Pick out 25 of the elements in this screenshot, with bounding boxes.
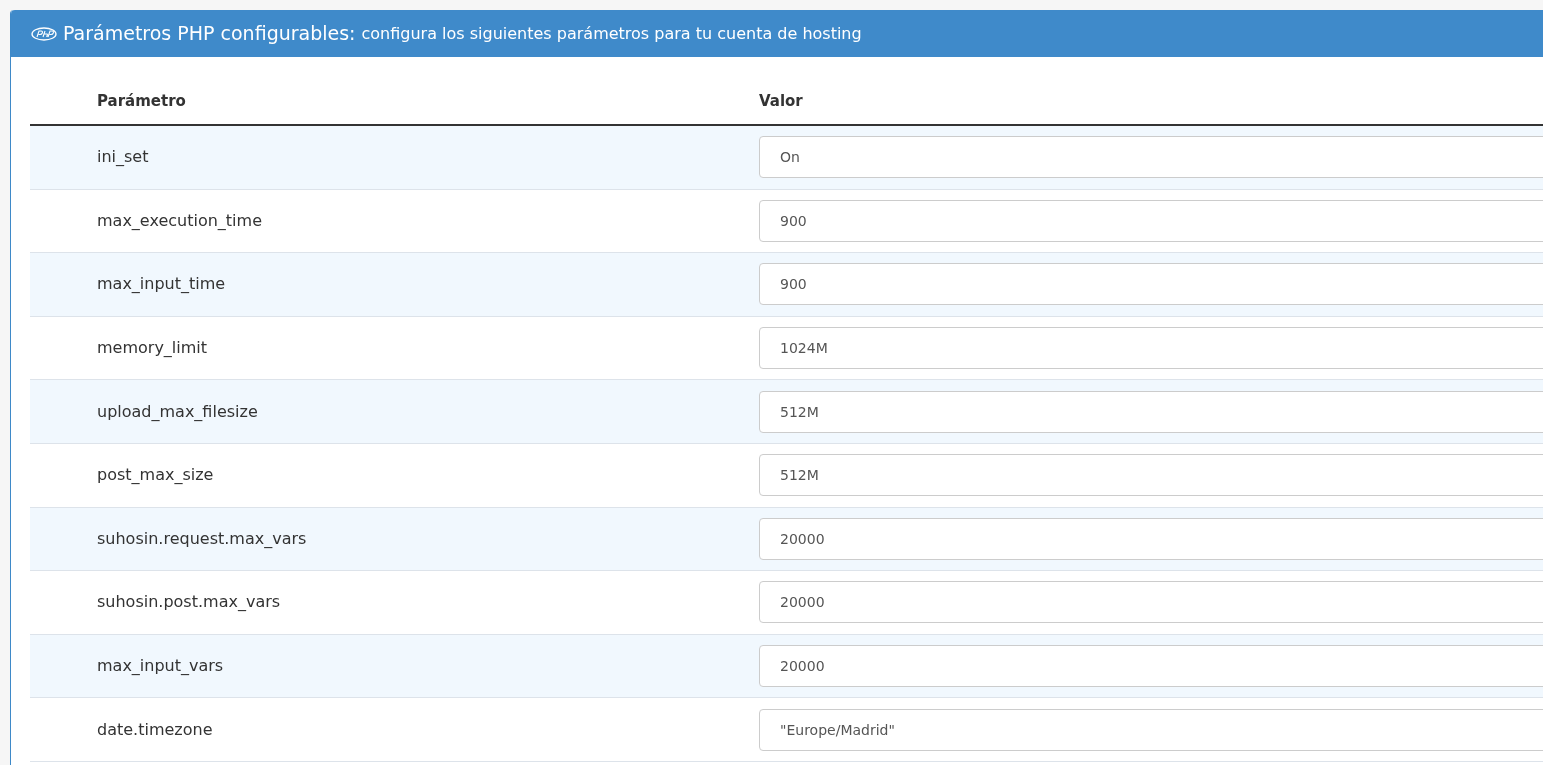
parameter-name: date.timezone bbox=[96, 718, 214, 741]
value-input[interactable]: 20000 bbox=[759, 645, 1543, 688]
value-input[interactable]: 900 bbox=[759, 199, 1543, 242]
value-input[interactable]: On bbox=[759, 136, 1543, 179]
column-header: Valor bbox=[759, 90, 803, 112]
parameter-name: max_execution_time bbox=[96, 209, 263, 232]
parameter-name: memory_limit bbox=[96, 337, 209, 360]
php-logo-icon bbox=[31, 26, 57, 41]
panel-subtitle: configura los siguientes parámetros para tu cuenta de hosting bbox=[361, 22, 862, 45]
parameter-name: suhosin.post.max_vars bbox=[96, 591, 282, 614]
parameter-name: max_input_vars bbox=[96, 655, 225, 678]
parameter-name: suhosin.request.max_vars bbox=[96, 527, 308, 550]
value-input[interactable]: 20000 bbox=[759, 517, 1543, 560]
parameter-name: upload_max_filesize bbox=[96, 400, 259, 423]
value-input[interactable]: 900 bbox=[759, 263, 1543, 306]
value-input[interactable]: "Europe/Madrid" bbox=[759, 708, 1543, 751]
value-input[interactable]: 20000 bbox=[759, 581, 1543, 624]
value-input[interactable]: 512M bbox=[759, 454, 1543, 497]
panel-title: Parámetros PHP configurables: bbox=[63, 21, 356, 47]
parameter-name: post_max_size bbox=[96, 464, 215, 487]
parameter-name: ini_set bbox=[96, 146, 150, 169]
column-header: Parámetro bbox=[96, 90, 187, 112]
parameter-name: max_input_time bbox=[96, 273, 227, 296]
value-input[interactable]: 512M bbox=[759, 390, 1543, 433]
value-input[interactable]: 1024M bbox=[759, 327, 1543, 370]
